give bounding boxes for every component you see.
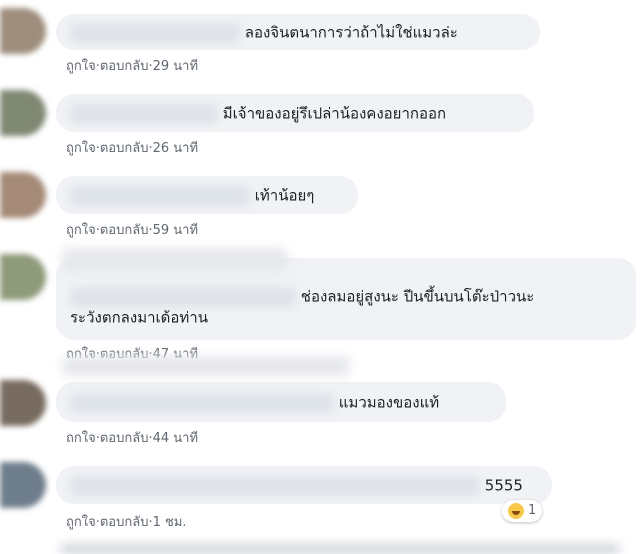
comment-text: มีเจ้าของอยู่รึเปล่าน้องคงอยากออก <box>222 104 447 123</box>
reply-link[interactable]: ตอบกลับ <box>100 58 149 76</box>
commenter-name[interactable] <box>70 392 334 413</box>
comment-bubble: ลองจินตนาการว่าถ้าไม่ใช่แมวล่ะ <box>56 14 540 50</box>
reply-link[interactable]: ตอบกลับ <box>100 514 149 532</box>
comment-bubble: เท้าน้อยๆ <box>56 176 358 214</box>
comment-bubble: แมวมองของแท้ <box>56 382 506 422</box>
avatar[interactable] <box>0 380 46 426</box>
redacted-overlay <box>62 356 350 376</box>
like-link[interactable]: ถูกใจ <box>66 514 96 532</box>
next-comment-preview <box>60 544 620 554</box>
comment-actions: ถูกใจ · ตอบกลับ · 59 นาที <box>66 222 199 240</box>
avatar[interactable] <box>0 8 46 54</box>
like-link[interactable]: ถูกใจ <box>66 430 96 442</box>
laugh-emoji-icon <box>508 502 524 519</box>
timestamp[interactable]: 26 นาที <box>153 140 198 158</box>
comment-actions: ถูกใจ · ตอบกลับ · 26 นาที <box>66 140 199 158</box>
commenter-name[interactable] <box>70 475 480 496</box>
comment-actions: ถูกใจ · ตอบกลับ · 1 ชม. <box>66 514 187 532</box>
avatar[interactable] <box>0 254 46 300</box>
commenter-name[interactable] <box>70 22 240 43</box>
commenter-name[interactable] <box>70 185 250 206</box>
comment-text: เท้าน้อยๆ <box>254 186 315 205</box>
timestamp[interactable]: 1 ชม. <box>153 514 187 532</box>
avatar[interactable] <box>0 90 46 136</box>
timestamp[interactable]: 44 นาที <box>153 430 198 442</box>
comment-text: 5555 <box>484 476 523 495</box>
commenter-name[interactable] <box>70 103 218 124</box>
reaction-badge[interactable]: 1 <box>502 500 543 522</box>
like-link[interactable]: ถูกใจ <box>66 140 96 158</box>
commenter-name[interactable] <box>70 286 296 307</box>
avatar[interactable] <box>0 462 46 508</box>
reply-link[interactable]: ตอบกลับ <box>100 430 149 442</box>
reply-link[interactable]: ตอบกลับ <box>100 140 149 158</box>
like-link[interactable]: ถูกใจ <box>66 58 96 76</box>
comment-actions: ถูกใจ · ตอบกลับ · 44 นาที <box>66 430 198 442</box>
timestamp[interactable]: 59 นาที <box>153 222 198 240</box>
comment-text: ลองจินตนาการว่าถ้าไม่ใช่แมวล่ะ <box>244 23 458 42</box>
comment-text-continued: ระวังตกลงมาเด้อท่าน <box>70 308 208 326</box>
comment-text: ช่องลมอยู่สูงนะ ปีนขึ้นบนโต๊ะป่าวนะ <box>300 287 535 306</box>
comment-actions: ถูกใจ · ตอบกลับ · 29 นาที <box>66 58 199 76</box>
reply-link[interactable]: ตอบกลับ <box>100 222 149 240</box>
redacted-overlay <box>62 248 288 272</box>
comment-text: แมวมองของแท้ <box>338 393 440 412</box>
timestamp[interactable]: 29 นาที <box>153 58 198 76</box>
avatar[interactable] <box>0 172 46 218</box>
comment-bubble: มีเจ้าของอยู่รึเปล่าน้องคงอยากออก <box>56 94 534 132</box>
reaction-count: 1 <box>528 503 537 518</box>
comment-bubble: 5555 <box>56 466 552 504</box>
like-link[interactable]: ถูกใจ <box>66 222 96 240</box>
